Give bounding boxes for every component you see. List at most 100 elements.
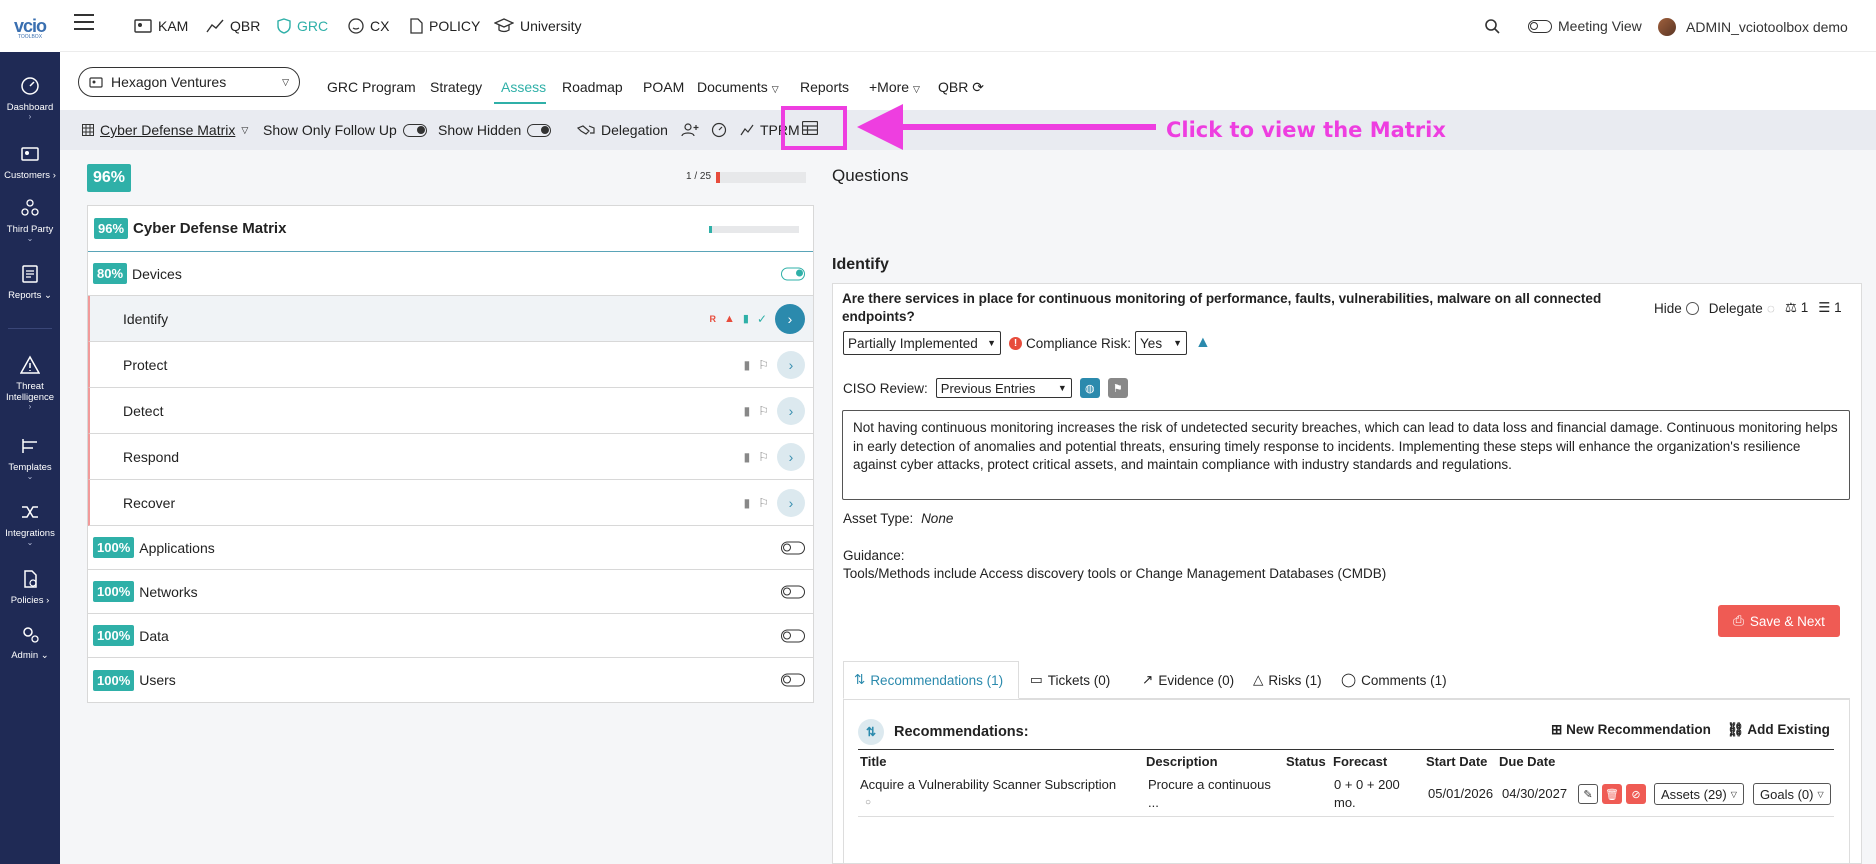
kam-icon — [134, 19, 152, 33]
subtab-strategy[interactable]: Strategy — [430, 79, 482, 95]
sidebar-item-dashboard[interactable]: Dashboard › — [0, 76, 60, 121]
chevron-right-icon[interactable]: › — [775, 303, 805, 334]
subtab-documents[interactable]: Documents ▽ — [697, 79, 779, 95]
sidebar-item-templates[interactable]: Templates ⌄ — [0, 436, 60, 481]
topnav-kam[interactable]: KAM — [134, 18, 188, 34]
status-icon: ▮ — [743, 449, 751, 464]
edit-icon[interactable]: ✎ — [1578, 784, 1598, 804]
subtab-label: QBR — [938, 79, 969, 95]
gauge-button[interactable] — [711, 122, 727, 138]
company-select[interactable]: Hexagon Ventures ▽ — [78, 67, 300, 97]
plus-icon: ⊞ — [1551, 722, 1563, 737]
meeting-view-toggle[interactable]: Meeting View — [1528, 18, 1642, 34]
select-value: Yes — [1140, 335, 1163, 351]
add-existing-label: Add Existing — [1747, 722, 1830, 737]
logo[interactable]: vcio TOOLBOX — [0, 0, 60, 52]
annotation-callout: Click to view the Matrix — [1166, 118, 1446, 142]
meeting-view-label: Meeting View — [1558, 18, 1642, 34]
sidebar-item-threat-intelligence[interactable]: Threat Intelligence › — [0, 355, 60, 411]
assets-select[interactable]: Assets (29) ▽ — [1654, 783, 1744, 805]
category-row-data[interactable]: 100% Data — [88, 614, 813, 658]
subtab-assess[interactable]: Assess — [501, 79, 546, 95]
tab-evidence[interactable]: ↗ Evidence (0) — [1132, 661, 1244, 699]
function-label: Identify — [123, 310, 169, 327]
topnav-qbr[interactable]: QBR — [206, 18, 260, 34]
tab-tickets[interactable]: ▭ Tickets (0) — [1020, 661, 1120, 699]
unlink-icon[interactable]: ⊘ — [1626, 784, 1646, 804]
warning-icon[interactable]: ▲ — [1195, 334, 1211, 352]
user-menu[interactable]: ADMIN_vciotoolbox demo — [1658, 18, 1848, 36]
category-row-networks[interactable]: 100% Networks — [88, 570, 813, 614]
compliance-risk-select[interactable]: Yes ▼ — [1135, 331, 1188, 355]
tab-recommendations[interactable]: ⇅ Recommendations (1) — [843, 661, 1019, 699]
search-button[interactable] — [1484, 18, 1502, 34]
sidebar-item-third-party[interactable]: Third Party ⌄ — [0, 198, 60, 243]
active-tab-indicator — [494, 102, 546, 104]
topnav-policy[interactable]: POLICY — [410, 18, 480, 34]
recommendation-title[interactable]: Acquire a Vulnerability Scanner Subscrip… — [860, 776, 1116, 794]
subtab-poam[interactable]: POAM — [643, 79, 684, 95]
globe-icon[interactable]: ◍ — [1079, 378, 1100, 398]
subtab-roadmap[interactable]: Roadmap — [562, 79, 623, 95]
add-existing-button[interactable]: ⛓ Add Existing — [1727, 722, 1830, 738]
category-row-devices[interactable]: 80% Devices — [88, 252, 813, 296]
goals-select[interactable]: Goals (0) ▽ — [1753, 783, 1831, 805]
delete-icon[interactable]: 🗑 — [1602, 784, 1622, 804]
delegate-option[interactable]: Delegate ◌ — [1709, 301, 1775, 316]
topnav-grc[interactable]: GRC — [277, 18, 328, 34]
topnav-university[interactable]: University — [494, 18, 581, 34]
function-row-identify[interactable]: Identify R ▲ ▮ ✓ › — [88, 296, 813, 342]
sidebar-item-integrations[interactable]: Integrations ⌄ — [0, 502, 60, 547]
function-row-respond[interactable]: Respond ▮ ⚐ › — [88, 434, 813, 480]
hide-option[interactable]: Hide — [1654, 301, 1699, 316]
ciso-review-select[interactable]: Previous Entries ▼ — [935, 378, 1072, 398]
implementation-status-select[interactable]: Partially Implemented ▼ — [843, 331, 1001, 355]
toggle-icon[interactable] — [781, 541, 805, 554]
function-row-recover[interactable]: Recover ▮ ⚐ › — [88, 480, 813, 526]
follow-up-toggle[interactable]: Show Only Follow Up — [263, 122, 427, 138]
topnav-label: University — [520, 18, 582, 34]
menu-icon[interactable] — [74, 14, 94, 32]
chevron-right-icon[interactable]: › — [777, 396, 805, 425]
external-link-icon: ↗ — [1142, 672, 1154, 687]
matrix-select[interactable]: Cyber Defense Matrix ▽ — [82, 122, 248, 138]
list-count[interactable]: ☰ 1 — [1818, 300, 1841, 316]
save-next-button[interactable]: ⎙ Save & Next — [1718, 605, 1840, 637]
category-row-applications[interactable]: 100% Applications — [88, 526, 813, 570]
toggle-icon[interactable] — [781, 629, 805, 642]
category-row-users[interactable]: 100% Users — [88, 658, 813, 702]
progress-bar-fill — [716, 172, 720, 183]
subtab-reports[interactable]: Reports — [800, 79, 849, 95]
toggle-icon[interactable] — [781, 267, 805, 280]
toggle-icon[interactable] — [781, 673, 805, 687]
tab-comments[interactable]: ◯ Comments (1) — [1331, 661, 1457, 699]
answer-textarea[interactable]: Not having continuous monitoring increas… — [842, 410, 1850, 500]
sidebar-item-reports[interactable]: Reports ⌄ — [0, 264, 60, 301]
show-hidden-toggle[interactable]: Show Hidden — [438, 122, 552, 138]
chevron-right-icon[interactable]: › — [777, 488, 805, 517]
toggle-icon[interactable] — [781, 585, 805, 598]
sidebar-item-policies[interactable]: Policies › — [0, 569, 60, 606]
sidebar-divider — [8, 328, 52, 329]
chevron-right-icon[interactable]: › — [777, 442, 805, 471]
chevron-down-icon: ⌄ — [26, 538, 34, 547]
matrix-panel: 96% Cyber Defense Matrix 80% Devices Ide… — [87, 205, 814, 703]
function-row-detect[interactable]: Detect ▮ ⚐ › — [88, 388, 813, 434]
sidebar-item-admin[interactable]: Admin ⌄ — [0, 624, 60, 661]
templates-icon — [22, 439, 37, 453]
flag-icon[interactable]: ⚑ — [1107, 378, 1128, 398]
delegation-button[interactable]: Delegation — [577, 122, 668, 138]
subtab-more[interactable]: +More ▽ — [869, 79, 920, 95]
chevron-down-icon: ▽ — [1730, 789, 1737, 799]
subtab-grc-program[interactable]: GRC Program — [327, 79, 416, 95]
tab-risks[interactable]: △ Risks (1) — [1243, 661, 1332, 699]
topnav-cx[interactable]: CX — [348, 18, 389, 34]
add-user-button[interactable] — [681, 122, 699, 137]
sidebar-item-customers[interactable]: Customers › — [0, 144, 60, 181]
chevron-right-icon[interactable]: › — [777, 350, 805, 379]
subtab-qbr[interactable]: QBR ⟳ — [938, 79, 984, 96]
new-recommendation-button[interactable]: ⊞ New Recommendation — [1551, 722, 1711, 738]
scale-count[interactable]: ⚖ 1 — [1785, 300, 1808, 316]
column-header-due-date: Due Date — [1499, 754, 1556, 769]
function-row-protect[interactable]: Protect ▮ ⚐ › — [88, 342, 813, 388]
